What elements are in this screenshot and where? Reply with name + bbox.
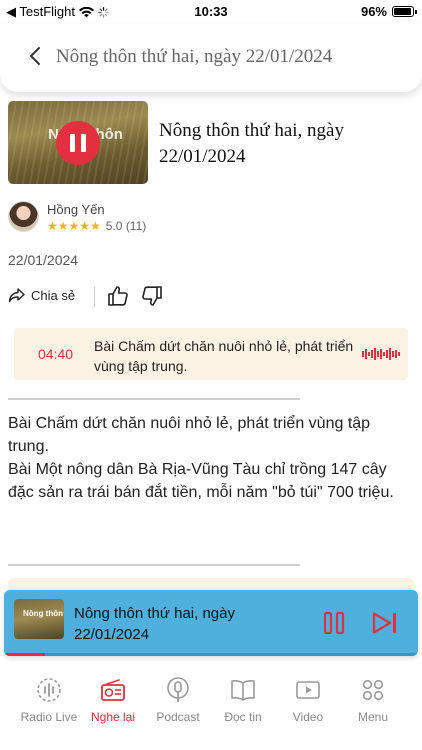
chapter-time: 04:40 [38, 346, 74, 362]
skip-next-icon[interactable] [370, 609, 400, 637]
waveform-icon [362, 348, 400, 360]
battery-fill [394, 8, 412, 15]
mini-player-thumbnail[interactable]: Nông thôn [14, 599, 64, 639]
status-bar: ◀ TestFlight 10:33 96% [0, 0, 422, 24]
tab-label: Podcast [156, 710, 200, 724]
status-left: ◀ TestFlight [6, 4, 109, 20]
pause-icon[interactable] [320, 609, 348, 637]
description-line: Bài Chấm dứt chăn nuôi nhỏ lẻ, phát triể… [8, 415, 371, 455]
action-row: Chia sẻ [8, 284, 208, 310]
progress-fill [4, 653, 46, 656]
radio-live-icon [37, 678, 61, 702]
share-label: Chia sẻ [31, 287, 76, 303]
share-icon [8, 288, 25, 303]
action-divider [94, 287, 95, 307]
menu-icon [362, 679, 384, 701]
pause-button[interactable] [56, 121, 100, 165]
tab-doc-tin[interactable]: Đọc tin [208, 676, 278, 724]
section-divider [8, 564, 300, 566]
share-button[interactable]: Chia sẻ [8, 287, 75, 303]
mini-player-progress [4, 653, 418, 656]
tab-label: Nghe lại [90, 710, 136, 724]
program-title: Nông thôn thứ hai, ngày 22/01/2024 [159, 120, 344, 167]
video-icon [296, 681, 320, 699]
carrier-label: ◀ TestFlight [6, 4, 76, 19]
battery-icon [392, 6, 417, 17]
tab-video[interactable]: Video [273, 676, 343, 724]
status-right: 96% [360, 4, 417, 19]
chapter-item[interactable]: 04:40 Bài Chấm dứt chăn nuôi nhỏ lẻ, phá… [14, 328, 408, 380]
loading-icon [98, 6, 109, 18]
battery-percent: 96% [360, 4, 387, 19]
header-title: Nông thôn thứ hai, ngày 22/01/2024 [56, 46, 333, 67]
dislike-icon[interactable] [140, 284, 164, 308]
podcast-icon [167, 677, 189, 702]
program-description: Bài Chấm dứt chăn nuôi nhỏ lẻ, phát triể… [8, 412, 408, 504]
mini-thumbnail-logo: Nông thôn [23, 609, 63, 618]
tab-radio-live[interactable]: Radio Live [14, 676, 84, 724]
book-icon [231, 680, 255, 701]
radio-icon [101, 679, 125, 701]
tab-bar: Radio Live Nghe lại Podcast Đọc tin Vide… [0, 666, 422, 750]
mini-player[interactable]: Nông thôn Nông thôn thứ hai, ngày 22/01/… [4, 590, 418, 656]
back-chevron-icon[interactable] [24, 44, 48, 68]
tab-label: Đọc tin [224, 710, 262, 724]
avatar[interactable] [8, 201, 39, 232]
tab-label: Radio Live [20, 710, 78, 724]
rating: ★★★★★ 5.0 (11) [47, 219, 146, 233]
chapter-title: Bài Chấm dứt chăn nuôi nhỏ lẻ, phát triể… [94, 338, 354, 374]
description-line: Bài Một nông dân Bà Rịa-Vũng Tàu chỉ trồ… [8, 461, 394, 501]
wifi-icon [79, 6, 95, 17]
publish-date: 22/01/2024 [8, 252, 79, 268]
tab-label: Menu [357, 710, 389, 724]
star-rating-icon: ★★★★★ [47, 219, 101, 233]
like-icon[interactable] [106, 284, 130, 308]
tab-podcast[interactable]: Podcast [143, 676, 213, 724]
section-divider [8, 398, 300, 400]
mini-player-title[interactable]: Nông thôn thứ hai, ngày 22/01/2024 [74, 603, 294, 645]
author-name[interactable]: Hồng Yến [47, 202, 105, 217]
tab-nghe-lai[interactable]: Nghe lại [78, 676, 148, 724]
tab-label: Video [292, 710, 324, 724]
tab-menu[interactable]: Menu [338, 676, 408, 724]
author-row[interactable]: Hồng Yến ★★★★★ 5.0 (11) [8, 200, 308, 234]
rating-text: 5.0 (11) [105, 219, 147, 233]
program-thumbnail[interactable]: Nông thôn [8, 101, 148, 184]
header-bar: Nông thôn thứ hai, ngày 22/01/2024 [0, 24, 422, 92]
program-info: Nông thôn Nông thôn thứ hai, ngày 22/01/… [8, 101, 414, 185]
